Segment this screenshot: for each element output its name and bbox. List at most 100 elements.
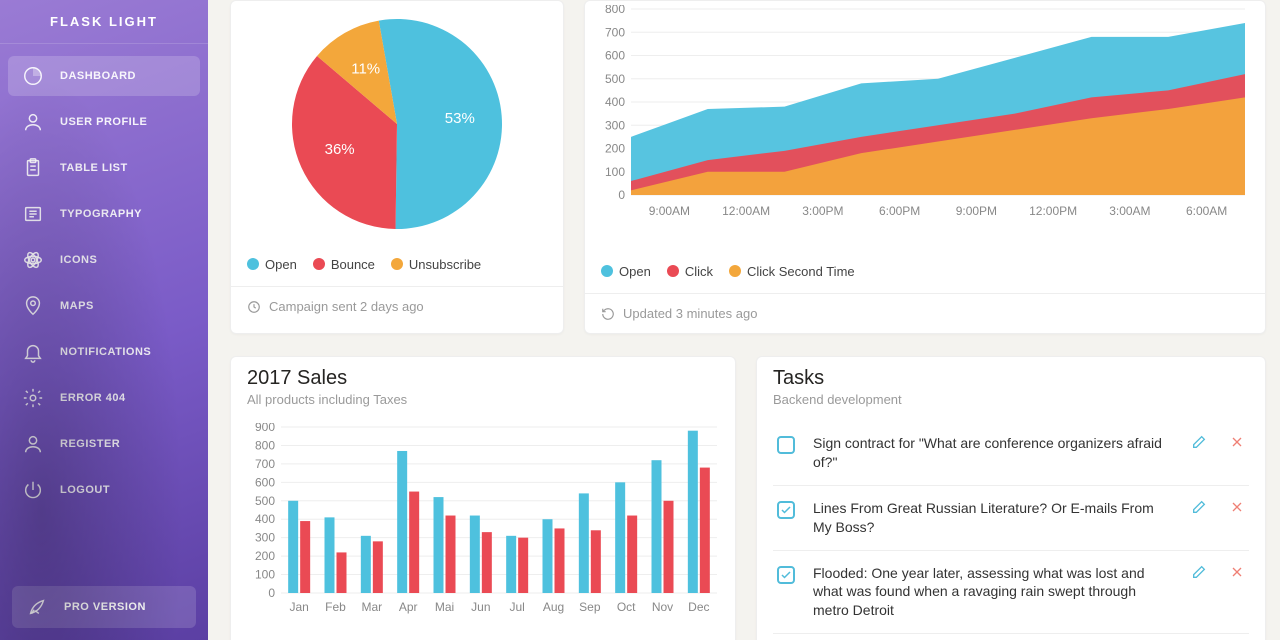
sales-card: 2017 Sales All products including Taxes … [230,356,736,640]
area-footer: Updated 3 minutes ago [585,293,1265,333]
svg-text:Nov: Nov [652,600,673,614]
sidebar-item-error-404[interactable]: ERROR 404 [8,378,200,418]
pie-legend: Open Bounce Unsubscribe [231,245,563,286]
area-legend: Open Click Click Second Time [585,224,1265,293]
svg-text:6:00PM: 6:00PM [879,204,920,218]
close-icon[interactable] [1229,564,1245,583]
sidebar-item-label: MAPS [60,300,94,312]
sidebar-item-label: USER PROFILE [60,116,147,128]
sidebar-item-label: NOTIFICATIONS [60,346,151,358]
svg-text:200: 200 [255,549,275,563]
svg-text:36%: 36% [325,141,355,158]
legend-item: Click Second Time [729,264,855,279]
task-row: Create 4 Invisible User Experiences you … [773,633,1249,640]
svg-text:Dec: Dec [688,600,709,614]
task-text: Lines From Great Russian Literature? Or … [813,499,1173,537]
user-icon [22,111,44,133]
task-row: Lines From Great Russian Literature? Or … [773,485,1249,550]
legend-item: Open [247,257,297,272]
sidebar-item-logout[interactable]: LOGOUT [8,470,200,510]
edit-icon[interactable] [1191,499,1207,518]
main: 53%36%11% OpenBounceUnsubscribe Campaign… [208,0,1280,640]
tasks-list: Sign contract for "What are conference o… [773,421,1249,640]
sales-title: 2017 Sales [247,367,719,390]
sidebar-item-label: TABLE LIST [60,162,128,174]
sidebar-item-table-list[interactable]: TABLE LIST [8,148,200,188]
legend-item: Bounce [313,257,375,272]
svg-text:Mar: Mar [361,600,382,614]
pin-icon [22,295,44,317]
svg-text:9:00AM: 9:00AM [649,204,690,218]
svg-text:0: 0 [268,586,275,600]
svg-text:400: 400 [605,95,625,109]
svg-text:Aug: Aug [543,600,564,614]
sidebar-item-register[interactable]: REGISTER [8,424,200,464]
svg-text:Feb: Feb [325,600,346,614]
sidebar-item-label: ICONS [60,254,97,266]
svg-text:200: 200 [605,142,625,156]
svg-text:900: 900 [255,423,275,434]
close-icon[interactable] [1229,499,1245,518]
power-icon [22,479,44,501]
svg-text:600: 600 [605,49,625,63]
edit-icon[interactable] [1191,564,1207,583]
svg-text:800: 800 [255,438,275,452]
nav: DASHBOARD USER PROFILE TABLE LIST TYPOGRAPH… [0,44,208,574]
svg-text:11%: 11% [351,60,380,77]
brand[interactable]: FLASK LIGHT [0,0,208,44]
task-text: Sign contract for "What are conference o… [813,434,1173,472]
pro-version-button[interactable]: PRO VERSION [12,586,196,628]
legend-item: Click [667,264,713,279]
sidebar-item-notifications[interactable]: NOTIFICATIONS [8,332,200,372]
news-icon [22,203,44,225]
bar-chart: 0100200300400500600700800900JanFebMarApr… [247,423,721,637]
user-icon [22,433,44,455]
svg-text:Apr: Apr [399,600,418,614]
svg-text:Jan: Jan [289,600,308,614]
pie-footer: Campaign sent 2 days ago [231,286,563,326]
sidebar: FLASK LIGHT DASHBOARD USER PROFILE TABLE L… [0,0,208,640]
legend-item: Open [601,264,651,279]
sales-subtitle: All products including Taxes [247,392,719,407]
close-icon[interactable] [1229,434,1245,453]
area-chart: 01002003004005006007008009:00AM12:00AM3:… [601,5,1249,221]
sidebar-item-dashboard[interactable]: DASHBOARD [8,56,200,96]
gear-icon [22,387,44,409]
svg-text:Sep: Sep [579,600,601,614]
legend-item: Unsubscribe [391,257,481,272]
task-text: Flooded: One year later, assessing what … [813,564,1173,621]
sidebar-item-label: REGISTER [60,438,120,450]
pie-card: 53%36%11% OpenBounceUnsubscribe Campaign… [230,0,564,334]
history-icon [601,307,615,321]
task-row: Sign contract for "What are conference o… [773,421,1249,485]
sidebar-item-user-profile[interactable]: USER PROFILE [8,102,200,142]
edit-icon[interactable] [1191,434,1207,453]
svg-text:6:00AM: 6:00AM [1186,204,1227,218]
task-row: Flooded: One year later, assessing what … [773,550,1249,634]
svg-text:3:00PM: 3:00PM [802,204,843,218]
rocket-icon [26,596,48,618]
svg-text:300: 300 [605,118,625,132]
svg-text:Oct: Oct [617,600,636,614]
atom-icon [22,249,44,271]
svg-text:700: 700 [605,25,625,39]
svg-text:100: 100 [605,165,625,179]
sidebar-item-typography[interactable]: TYPOGRAPHY [8,194,200,234]
pie-chart: 53%36%11% [282,9,512,239]
svg-text:Jun: Jun [471,600,490,614]
svg-text:0: 0 [618,188,625,202]
svg-text:12:00PM: 12:00PM [1029,204,1077,218]
clock-icon [247,300,261,314]
sidebar-item-label: TYPOGRAPHY [60,208,142,220]
tasks-card: Tasks Backend development Sign contract … [756,356,1266,640]
task-checkbox[interactable] [777,436,795,454]
svg-text:400: 400 [255,512,275,526]
tasks-subtitle: Backend development [773,392,1249,407]
area-card: 01002003004005006007008009:00AM12:00AM3:… [584,0,1266,334]
sidebar-item-icons[interactable]: ICONS [8,240,200,280]
svg-text:700: 700 [255,457,275,471]
task-checkbox[interactable] [777,501,795,519]
sidebar-item-maps[interactable]: MAPS [8,286,200,326]
svg-text:9:00PM: 9:00PM [956,204,997,218]
task-checkbox[interactable] [777,566,795,584]
